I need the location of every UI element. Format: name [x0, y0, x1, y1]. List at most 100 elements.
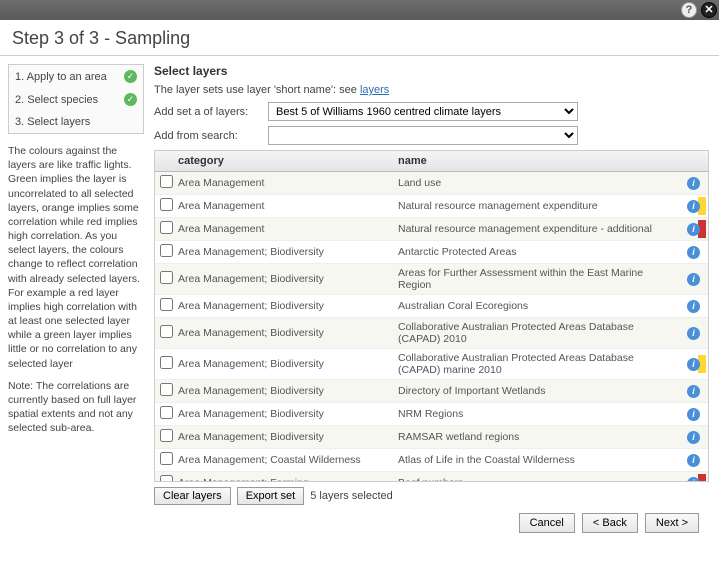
cell-category: Area Management; Biodiversity: [173, 241, 393, 264]
cell-info: i: [682, 195, 698, 218]
table-row[interactable]: Area Management; BiodiversityCollaborati…: [155, 349, 708, 380]
cell-info: i: [682, 295, 698, 318]
table-row[interactable]: Area ManagementNatural resource manageme…: [155, 218, 708, 241]
cell-checkbox: [155, 426, 173, 449]
col-category[interactable]: category: [173, 151, 393, 172]
row-checkbox[interactable]: [160, 244, 173, 257]
topbar: ? ✕: [0, 0, 719, 20]
layer-table-wrap[interactable]: category name Area ManagementLand useiAr…: [154, 150, 709, 482]
row-checkbox[interactable]: [160, 325, 173, 338]
row-checkbox[interactable]: [160, 356, 173, 369]
cell-category: Area Management; Biodiversity: [173, 403, 393, 426]
col-checkbox: [155, 151, 173, 172]
clear-layers-button[interactable]: Clear layers: [154, 487, 231, 505]
table-row[interactable]: Area ManagementNatural resource manageme…: [155, 195, 708, 218]
cell-info: i: [682, 472, 698, 483]
layers-link[interactable]: layers: [360, 84, 389, 96]
row-checkbox[interactable]: [160, 429, 173, 442]
check-icon: ✓: [124, 93, 137, 106]
cell-category: Area Management; Biodiversity: [173, 349, 393, 380]
cell-checkbox: [155, 172, 173, 195]
row-checkbox[interactable]: [160, 383, 173, 396]
table-row[interactable]: Area ManagementLand usei: [155, 172, 708, 195]
cell-category: Area Management; Farming: [173, 472, 393, 483]
cell-category: Area Management: [173, 218, 393, 241]
cell-info: i: [682, 264, 698, 295]
info-icon[interactable]: i: [687, 385, 700, 398]
table-row[interactable]: Area Management; BiodiversityNRM Regions…: [155, 403, 708, 426]
table-row[interactable]: Area Management; Coastal WildernessAtlas…: [155, 449, 708, 472]
table-row[interactable]: Area Management; BiodiversityDirectory o…: [155, 380, 708, 403]
step-label: 2. Select species: [15, 94, 98, 106]
intro-line: The layer sets use layer 'short name': s…: [154, 84, 709, 96]
cell-category: Area Management: [173, 172, 393, 195]
col-name[interactable]: name: [393, 151, 682, 172]
cell-category: Area Management; Biodiversity: [173, 264, 393, 295]
info-icon[interactable]: i: [687, 327, 700, 340]
table-row[interactable]: Area Management; BiodiversityCollaborati…: [155, 318, 708, 349]
info-icon[interactable]: i: [687, 223, 700, 236]
cell-checkbox: [155, 318, 173, 349]
close-icon[interactable]: ✕: [701, 2, 717, 18]
row-checkbox[interactable]: [160, 475, 173, 482]
row-checkbox[interactable]: [160, 271, 173, 284]
info-icon[interactable]: i: [687, 273, 700, 286]
info-icon[interactable]: i: [687, 246, 700, 259]
table-row[interactable]: Area Management; BiodiversityAntarctic P…: [155, 241, 708, 264]
info-icon[interactable]: i: [687, 200, 700, 213]
cell-checkbox: [155, 449, 173, 472]
cancel-button[interactable]: Cancel: [519, 513, 575, 533]
table-row[interactable]: Area Management; BiodiversityAustralian …: [155, 295, 708, 318]
table-row[interactable]: Area Management; BiodiversityRAMSAR wetl…: [155, 426, 708, 449]
help-paragraph-1: The colours against the layers are like …: [8, 144, 144, 371]
help-icon[interactable]: ?: [681, 2, 697, 18]
search-label: Add from search:: [154, 130, 264, 142]
cell-name: RAMSAR wetland regions: [393, 426, 682, 449]
info-icon[interactable]: i: [687, 431, 700, 444]
step-item-1[interactable]: 1. Apply to an area✓: [9, 65, 143, 88]
cell-name: Australian Coral Ecoregions: [393, 295, 682, 318]
cell-name: Directory of Important Wetlands: [393, 380, 682, 403]
cell-checkbox: [155, 195, 173, 218]
row-checkbox[interactable]: [160, 198, 173, 211]
cell-name: Natural resource management expenditure: [393, 195, 682, 218]
step-label: 3. Select layers: [15, 116, 90, 128]
info-icon[interactable]: i: [687, 408, 700, 421]
cell-category: Area Management; Biodiversity: [173, 380, 393, 403]
layer-table-body: Area ManagementLand useiArea ManagementN…: [155, 172, 708, 483]
cell-checkbox: [155, 218, 173, 241]
step-item-3[interactable]: 3. Select layers: [9, 111, 143, 133]
search-select[interactable]: [268, 126, 578, 145]
back-button[interactable]: < Back: [582, 513, 638, 533]
cell-info: i: [682, 449, 698, 472]
cell-info: i: [682, 318, 698, 349]
row-checkbox[interactable]: [160, 452, 173, 465]
cell-info: i: [682, 241, 698, 264]
info-icon[interactable]: i: [687, 177, 700, 190]
info-icon[interactable]: i: [687, 300, 700, 313]
info-icon[interactable]: i: [687, 358, 700, 371]
layer-set-select[interactable]: Best 5 of Williams 1960 centred climate …: [268, 102, 578, 121]
check-icon: ✓: [124, 70, 137, 83]
info-icon[interactable]: i: [687, 454, 700, 467]
step-item-2[interactable]: 2. Select species ✓: [9, 88, 143, 111]
cell-name: Natural resource management expenditure …: [393, 218, 682, 241]
section-heading: Select layers: [154, 64, 709, 78]
row-checkbox[interactable]: [160, 406, 173, 419]
cell-checkbox: [155, 264, 173, 295]
row-checkbox[interactable]: [160, 175, 173, 188]
next-button[interactable]: Next >: [645, 513, 699, 533]
export-set-button[interactable]: Export set: [237, 487, 305, 505]
intro-prefix: The layer sets use layer 'short name': s…: [154, 84, 360, 96]
layer-table: category name Area ManagementLand useiAr…: [155, 151, 708, 482]
cell-info: i: [682, 426, 698, 449]
cell-name: Collaborative Australian Protected Areas…: [393, 318, 682, 349]
row-checkbox[interactable]: [160, 298, 173, 311]
help-paragraph-2: Note: The correlations are currently bas…: [8, 379, 144, 436]
cell-category: Area Management; Coastal Wilderness: [173, 449, 393, 472]
layer-set-label: Add set a of layers:: [154, 106, 264, 118]
table-row[interactable]: Area Management; FarmingBeef numbersi: [155, 472, 708, 483]
row-checkbox[interactable]: [160, 221, 173, 234]
table-row[interactable]: Area Management; BiodiversityAreas for F…: [155, 264, 708, 295]
cell-category: Area Management; Biodiversity: [173, 426, 393, 449]
